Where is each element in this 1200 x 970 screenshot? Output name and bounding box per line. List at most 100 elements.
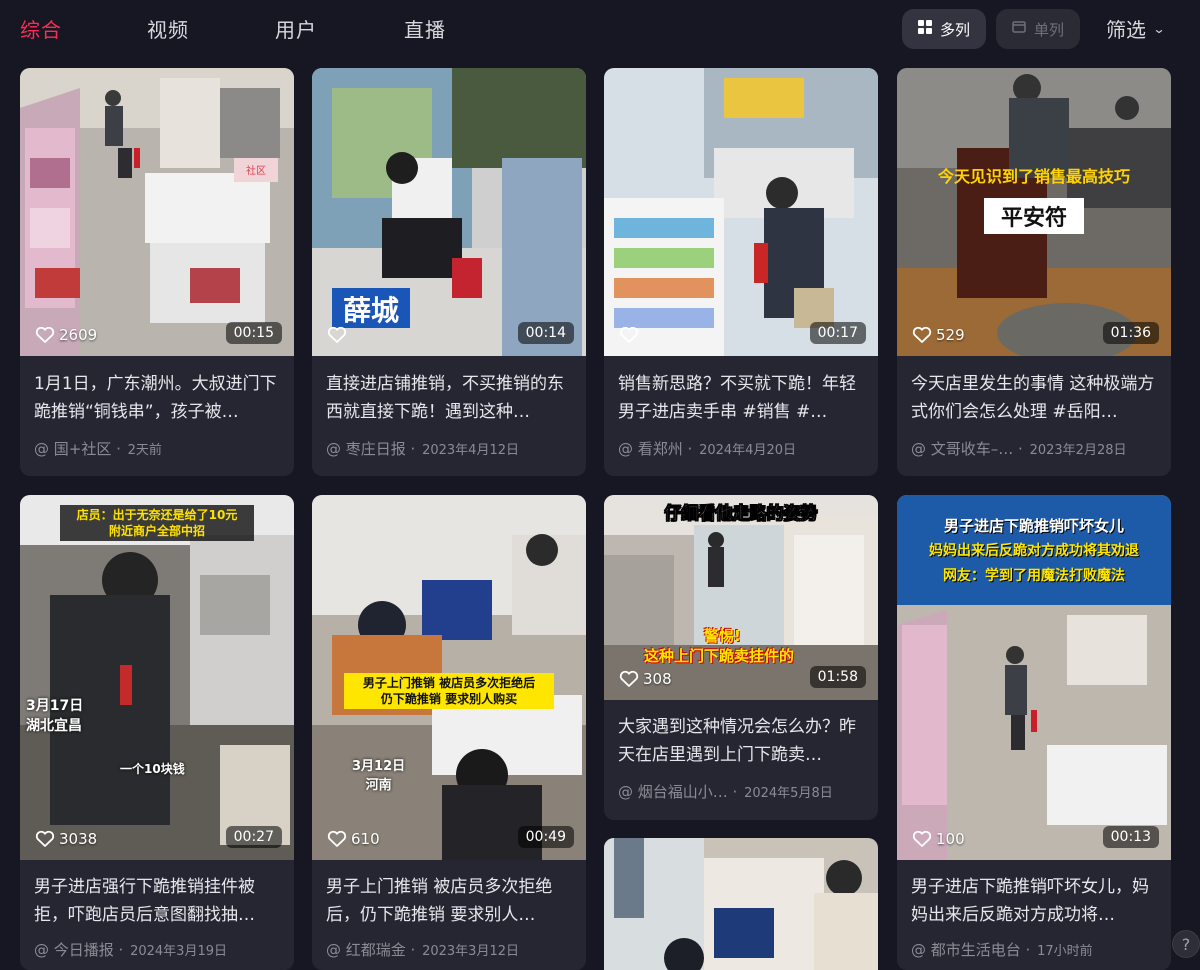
video-thumbnail: 店员：出于无奈还是给了10元 附近商户全部中招 3月17日 湖北宜昌 一个10块钱 … xyxy=(20,495,294,860)
video-thumbnail: 薛城 00:14 xyxy=(312,68,586,356)
duration-badge: 00:17 xyxy=(809,322,866,344)
video-card[interactable]: 今天见识到了销售最高技巧 平安符 529 01:36 今天店里发生的事情 这种极… xyxy=(897,68,1171,476)
video-overlay-caption: 网友：学到了用魔法打败魔法 xyxy=(943,568,1125,584)
video-title[interactable]: 大家遇到这种情况会怎么办？昨天在店里遇到上门下跪卖… xyxy=(618,713,868,769)
video-card[interactable]: 仔细看他走路的姿势 警惕! 这种上门下跪卖挂件的 308 01:58 大家遇到这… xyxy=(604,495,878,820)
video-thumbnail: 社区 2609 00:15 xyxy=(20,68,294,356)
tab-live[interactable]: 直播 xyxy=(404,14,446,43)
video-meta[interactable]: @ 枣庄日报 · 2023年4月12日 xyxy=(326,438,519,459)
publish-date: 17小时前 xyxy=(1037,944,1093,959)
likes-counter xyxy=(327,326,351,344)
video-overlay-caption: 今天见识到了销售最高技巧 xyxy=(937,167,1130,186)
video-overlay-caption: 妈妈出来后反跪对方成功将其劝退 xyxy=(929,543,1139,559)
publish-date: 2023年2月28日 xyxy=(1029,443,1127,458)
video-card[interactable] xyxy=(604,838,878,970)
heart-icon xyxy=(912,830,932,847)
heart-icon xyxy=(619,326,639,343)
video-meta[interactable]: @ 烟台福山小… · 2024年5月8日 xyxy=(618,781,833,802)
video-overlay-caption: 3月12日 河南 xyxy=(352,759,406,793)
video-thumbnail: 今天见识到了销售最高技巧 平安符 529 01:36 xyxy=(897,68,1171,356)
likes-counter: 3038 xyxy=(35,830,97,848)
duration-badge: 00:13 xyxy=(1102,826,1159,848)
video-title[interactable]: 1月1日，广东潮州。大叔进门下跪推销“铜钱串”，孩子被… xyxy=(34,370,284,426)
video-overlay-caption: 男子上门推销 被店员多次拒绝后 仍下跪推销 要求别人购买 xyxy=(344,673,554,709)
single-column-label: 单列 xyxy=(1033,20,1064,39)
multi-column-label: 多列 xyxy=(939,20,970,39)
likes-counter: 2609 xyxy=(35,326,97,344)
video-overlay-caption: 一个10块钱 xyxy=(120,762,185,776)
video-overlay-caption: 平安符 xyxy=(984,198,1084,234)
duration-badge: 00:49 xyxy=(517,826,574,848)
author-name: @ 国+社区 xyxy=(34,440,112,458)
video-card[interactable]: 店员：出于无奈还是给了10元 附近商户全部中招 3月17日 湖北宜昌 一个10块钱 … xyxy=(20,495,294,970)
video-card[interactable]: 社区 2609 00:15 1月1日，广东潮州。大叔进门下跪推销“铜钱串”，孩子… xyxy=(20,68,294,476)
author-name: @ 都市生活电台 xyxy=(911,941,1021,959)
video-thumbnail: 00:17 xyxy=(604,68,878,356)
single-column-icon xyxy=(1012,20,1026,38)
filter-label: 筛选 xyxy=(1106,18,1146,42)
video-card[interactable]: 男子上门推销 被店员多次拒绝后 仍下跪推销 要求别人购买 3月12日 河南 610 … xyxy=(312,495,586,970)
video-meta[interactable]: @ 看郑州 · 2024年4月20日 xyxy=(618,438,796,459)
video-meta[interactable]: @ 红都瑞金 · 2023年3月12日 xyxy=(326,939,519,960)
author-name: @ 红都瑞金 xyxy=(326,941,406,959)
likes-counter: 610 xyxy=(327,830,380,848)
filter-dropdown[interactable]: 筛选 ⌄ xyxy=(1106,14,1166,43)
publish-date: 2024年4月20日 xyxy=(699,443,796,458)
author-name: @ 烟台福山小… xyxy=(618,783,728,801)
video-meta[interactable]: @ 国+社区 · 2天前 xyxy=(34,438,162,459)
video-thumbnail: 男子进店下跪推销吓坏女儿 妈妈出来后反跪对方成功将其劝退 网友：学到了用魔法打败… xyxy=(897,495,1171,860)
tab-video[interactable]: 视频 xyxy=(147,14,189,43)
duration-badge: 00:27 xyxy=(225,826,282,848)
video-card[interactable]: 00:17 销售新思路？不买就下跪！年轻男子进店卖手串 #销售 #… @ 看郑州… xyxy=(604,68,878,476)
publish-date: 2天前 xyxy=(127,443,162,458)
publish-date: 2023年3月12日 xyxy=(422,944,519,959)
video-title[interactable]: 男子上门推销 被店员多次拒绝后，仍下跪推销 要求别人… xyxy=(326,873,576,929)
video-overlay-caption: 这种上门下跪卖挂件的 xyxy=(644,647,795,665)
video-thumbnail xyxy=(604,838,878,970)
video-title[interactable]: 直接进店铺推销，不买推销的东西就直接下跪！遇到这种… xyxy=(326,370,576,426)
heart-icon xyxy=(35,830,55,847)
video-title[interactable]: 男子进店下跪推销吓坏女儿，妈妈出来后反跪对方成功将… xyxy=(911,873,1161,929)
heart-icon xyxy=(619,670,639,687)
video-title[interactable]: 销售新思路？不买就下跪！年轻男子进店卖手串 #销售 #… xyxy=(618,370,868,426)
duration-badge: 00:14 xyxy=(517,322,574,344)
author-name: @ 看郑州 xyxy=(618,440,683,458)
likes-counter xyxy=(619,326,643,344)
video-overlay-caption: 店员：出于无奈还是给了10元 附近商户全部中招 xyxy=(60,505,254,541)
video-overlay-caption: 男子进店下跪推销吓坏女儿 xyxy=(943,517,1124,535)
video-title[interactable]: 今天店里发生的事情 这种极端方式你们会怎么处理 #岳阳… xyxy=(911,370,1161,426)
publish-date: 2023年4月12日 xyxy=(422,443,519,458)
author-name: @ 今日播报 xyxy=(34,941,114,959)
video-overlay-caption: 3月17日 湖北宜昌 xyxy=(26,698,84,734)
video-overlay-caption: 警惕! xyxy=(704,627,741,645)
video-thumbnail: 男子上门推销 被店员多次拒绝后 仍下跪推销 要求别人购买 3月12日 河南 610 … xyxy=(312,495,586,860)
heart-icon xyxy=(912,326,932,343)
video-meta[interactable]: @ 文哥收车–… · 2023年2月28日 xyxy=(911,438,1127,459)
svg-text:社区: 社区 xyxy=(246,164,266,177)
video-card[interactable]: 男子进店下跪推销吓坏女儿 妈妈出来后反跪对方成功将其劝退 网友：学到了用魔法打败… xyxy=(897,495,1171,970)
help-button[interactable]: ? xyxy=(1172,930,1200,958)
heart-icon xyxy=(327,326,347,343)
author-name: @ 枣庄日报 xyxy=(326,440,406,458)
heart-icon xyxy=(327,830,347,847)
likes-counter: 100 xyxy=(912,830,965,848)
svg-text:薛城: 薛城 xyxy=(343,295,399,326)
video-meta[interactable]: @ 今日播报 · 2024年3月19日 xyxy=(34,939,227,960)
multi-column-button[interactable]: 多列 xyxy=(902,9,986,49)
duration-badge: 01:36 xyxy=(1102,322,1159,344)
likes-counter: 308 xyxy=(619,670,672,688)
heart-icon xyxy=(35,326,55,343)
duration-badge: 00:15 xyxy=(225,322,282,344)
single-column-button[interactable]: 单列 xyxy=(996,9,1080,49)
top-bar: 综合 视频 用户 直播 多列 单列 筛选 ⌄ xyxy=(0,0,1200,58)
video-title[interactable]: 男子进店强行下跪推销挂件被拒，吓跑店员后意图翻找抽… xyxy=(34,873,284,929)
tab-users[interactable]: 用户 xyxy=(275,14,317,43)
video-thumbnail: 仔细看他走路的姿势 警惕! 这种上门下跪卖挂件的 308 01:58 xyxy=(604,495,878,700)
video-meta[interactable]: @ 都市生活电台 · 17小时前 xyxy=(911,939,1093,960)
video-card[interactable]: 薛城 00:14 直接进店铺推销，不买推销的东西就直接下跪！遇到这种… @ 枣庄… xyxy=(312,68,586,476)
likes-counter: 529 xyxy=(912,326,965,344)
author-name: @ 文哥收车–… xyxy=(911,440,1014,458)
publish-date: 2024年5月8日 xyxy=(744,786,833,801)
tab-all[interactable]: 综合 xyxy=(20,14,62,43)
grid-icon xyxy=(917,20,932,38)
